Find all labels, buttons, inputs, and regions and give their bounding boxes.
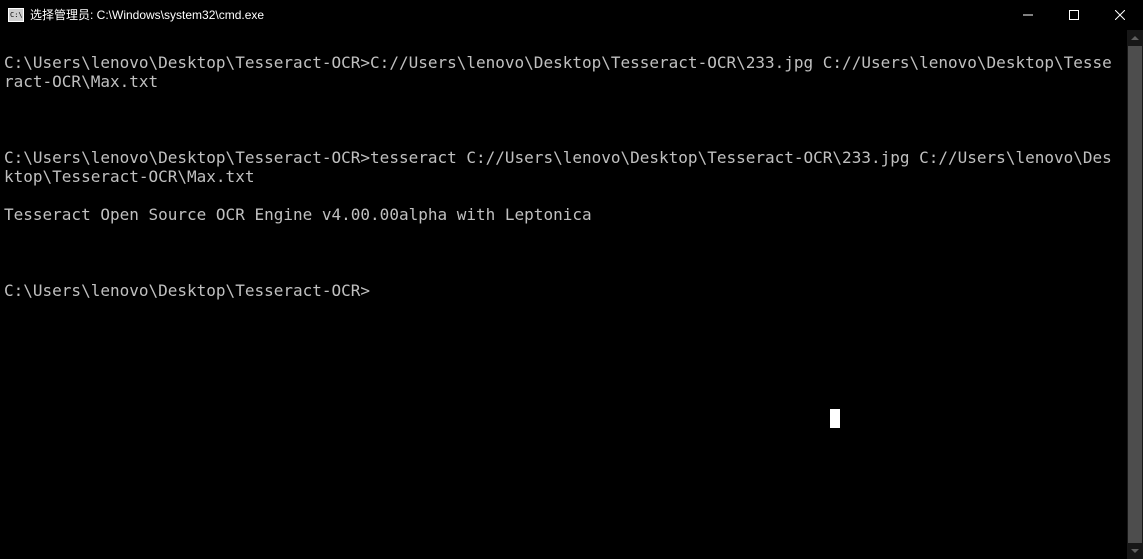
maximize-button[interactable]	[1051, 0, 1097, 29]
close-button[interactable]	[1097, 0, 1143, 29]
window-titlebar: 选择管理员: C:\Windows\system32\cmd.exe	[0, 0, 1143, 30]
terminal-output[interactable]: C:\Users\lenovo\Desktop\Tesseract-OCR> C:…	[0, 30, 1143, 338]
terminal-blank	[4, 110, 1114, 129]
scroll-thumb[interactable]	[1128, 46, 1142, 543]
vertical-scrollbar[interactable]	[1127, 30, 1143, 559]
text-cursor	[830, 409, 840, 428]
window-title: 选择管理员: C:\Windows\system32\cmd.exe	[30, 6, 264, 23]
terminal-line: C:\Users\lenovo\Desktop\Tesseract-OCR>te…	[4, 148, 1114, 186]
terminal-line: C:\Users\lenovo\Desktop\Tesseract-OCR>C:…	[4, 53, 1114, 91]
scroll-track[interactable]	[1127, 46, 1143, 543]
terminal-prompt: C:\Users\lenovo\Desktop\Tesseract-OCR>	[4, 281, 1114, 300]
terminal-area: C:\Users\lenovo\Desktop\Tesseract-OCR> C:…	[0, 30, 1143, 559]
minimize-button[interactable]	[1005, 0, 1051, 29]
scroll-down-button[interactable]	[1127, 543, 1143, 559]
window-controls	[1005, 0, 1143, 29]
terminal-blank	[4, 243, 1114, 262]
scroll-up-button[interactable]	[1127, 30, 1143, 46]
cmd-icon	[8, 8, 24, 22]
terminal-line: Tesseract Open Source OCR Engine v4.00.0…	[4, 205, 1114, 224]
